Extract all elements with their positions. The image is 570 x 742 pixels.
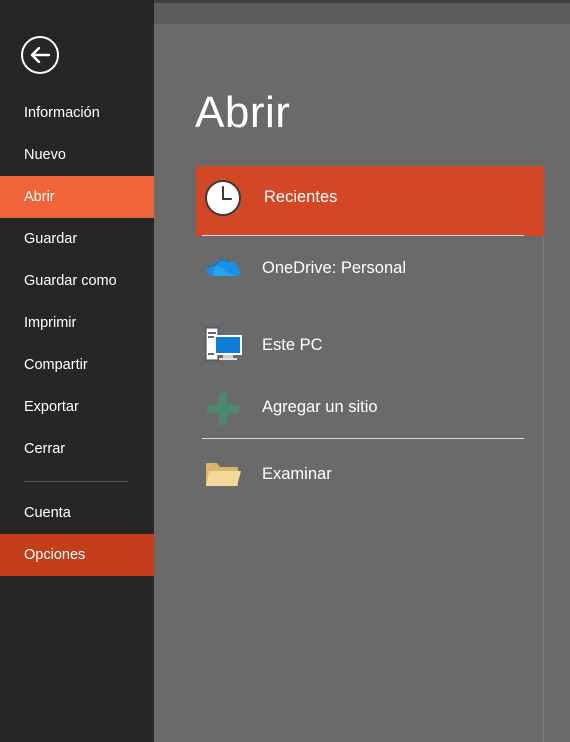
clock-icon: [204, 179, 242, 217]
sidebar-item-label: Guardar: [24, 231, 78, 247]
place-label: Agregar un sitio: [262, 398, 378, 416]
title-bar-strip: [154, 0, 570, 24]
place-onedrive[interactable]: OneDrive: Personal: [196, 244, 544, 292]
places-divider: [202, 235, 524, 236]
place-label: Recientes: [264, 188, 338, 206]
place-label: Examinar: [262, 465, 332, 483]
page-title: Abrir: [195, 88, 291, 137]
sidebar-item-guardar-como[interactable]: Guardar como: [0, 260, 154, 302]
sidebar-item-abrir[interactable]: Abrir: [0, 176, 154, 218]
sidebar-item-label: Abrir: [24, 189, 55, 205]
place-examinar[interactable]: Examinar: [196, 448, 544, 500]
plus-icon: [206, 392, 240, 426]
sidebar-item-label: Opciones: [24, 547, 86, 563]
back-button[interactable]: [21, 36, 59, 74]
sidebar-item-label: Imprimir: [24, 315, 77, 331]
open-locations-list: Recientes OneDrive: Personal Este PC Agr…: [196, 166, 544, 742]
place-label: Este PC: [262, 336, 323, 354]
backstage-sidebar: Información Nuevo Abrir Guardar Guardar …: [0, 0, 154, 742]
place-agregar-sitio[interactable]: Agregar un sitio: [196, 384, 544, 432]
place-label: OneDrive: Personal: [262, 259, 406, 277]
sidebar-item-cuenta[interactable]: Cuenta: [0, 492, 154, 534]
sidebar-item-nuevo[interactable]: Nuevo: [0, 134, 154, 176]
onedrive-cloud-icon: [204, 253, 242, 283]
sidebar-item-label: Nuevo: [24, 147, 66, 163]
sidebar-item-label: Información: [24, 105, 100, 121]
place-recientes[interactable]: Recientes: [196, 166, 544, 236]
sidebar-item-label: Compartir: [24, 357, 88, 373]
sidebar-divider: [24, 481, 128, 482]
sidebar-item-label: Cuenta: [24, 505, 71, 521]
sidebar-item-cerrar[interactable]: Cerrar: [0, 428, 154, 470]
sidebar-item-imprimir[interactable]: Imprimir: [0, 302, 154, 344]
sidebar-item-informacion[interactable]: Información: [0, 92, 154, 134]
places-divider: [202, 438, 524, 439]
sidebar-item-label: Cerrar: [24, 441, 66, 457]
sidebar-item-compartir[interactable]: Compartir: [0, 344, 154, 386]
sidebar-item-guardar[interactable]: Guardar: [0, 218, 154, 260]
sidebar-item-exportar[interactable]: Exportar: [0, 386, 154, 428]
computer-icon: [204, 327, 244, 363]
folder-icon: [204, 458, 242, 490]
sidebar-item-label: Guardar como: [24, 273, 117, 289]
place-este-pc[interactable]: Este PC: [196, 320, 544, 370]
arrow-left-icon: [30, 47, 50, 63]
sidebar-item-label: Exportar: [24, 399, 79, 415]
sidebar-item-opciones[interactable]: Opciones: [0, 534, 154, 576]
